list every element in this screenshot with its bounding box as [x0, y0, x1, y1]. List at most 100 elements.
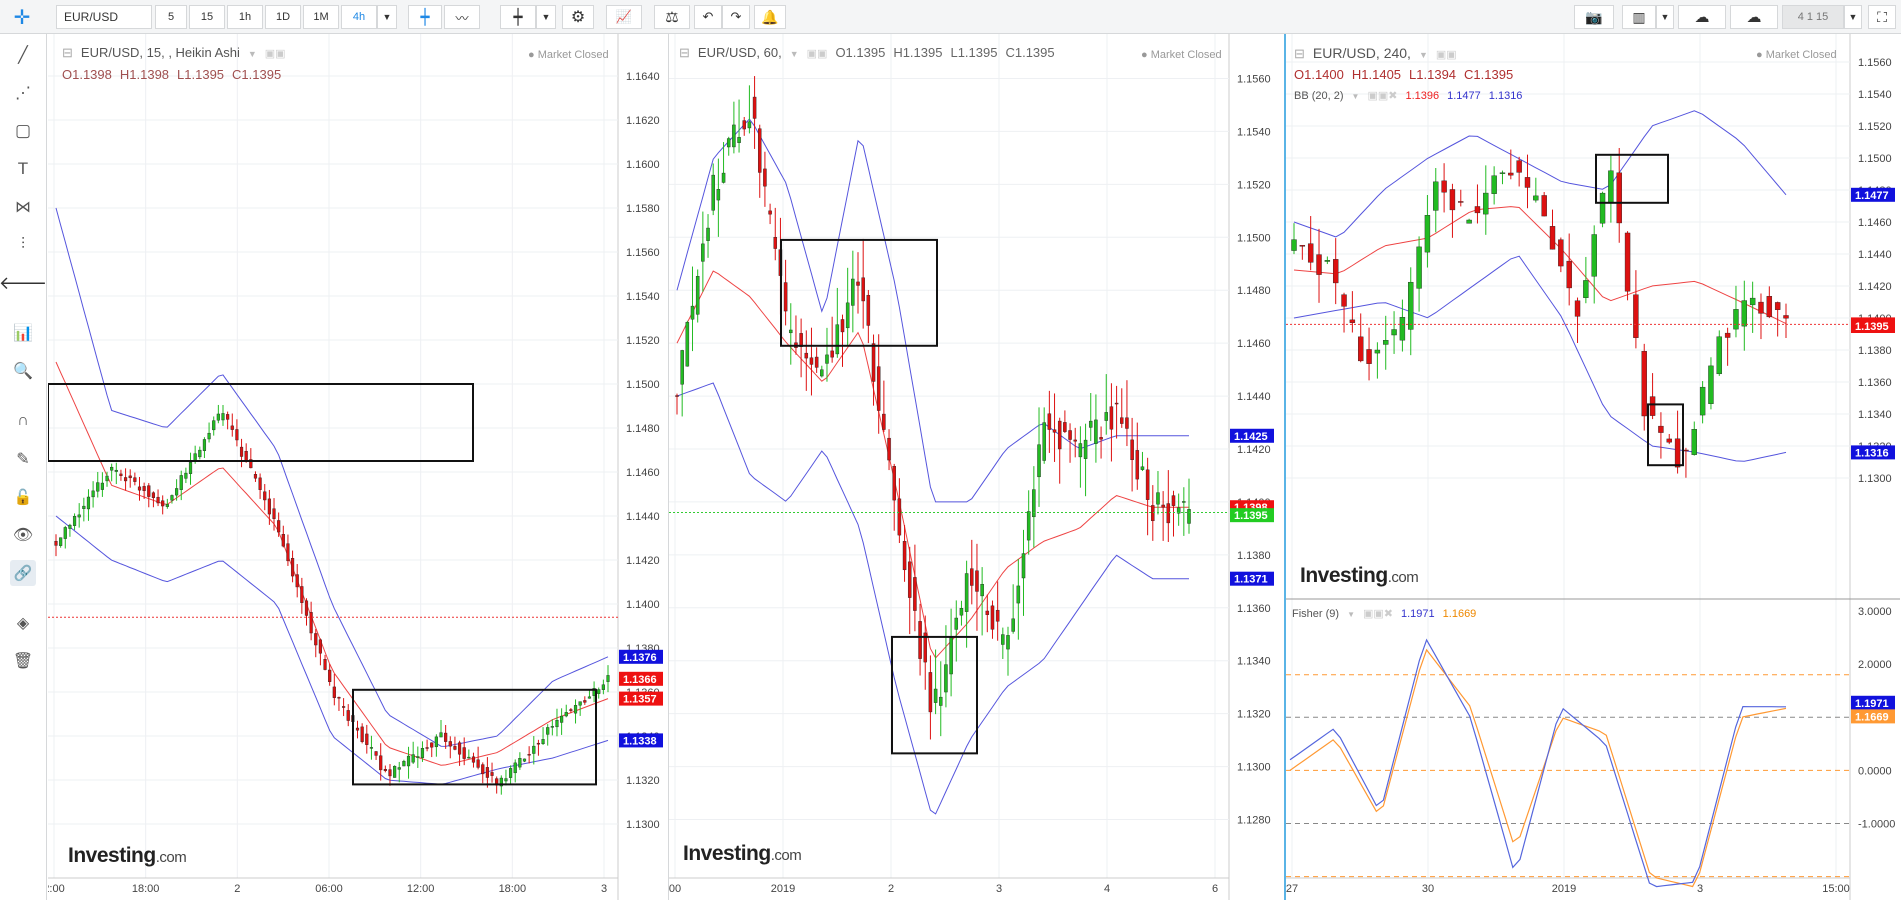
sync-drawings-button[interactable]: 🔗 — [10, 560, 36, 586]
chevron-down-icon[interactable]: ▼ — [1347, 610, 1355, 619]
candle-body — [133, 477, 137, 482]
zoom-tool-button[interactable]: 🔍 — [10, 358, 36, 384]
undo-button[interactable]: ↶ — [694, 5, 722, 29]
chart-type-dropdown-button[interactable]: ▼ — [536, 5, 556, 29]
price-tag-label: 1.1395 — [1855, 321, 1889, 333]
candle-body — [675, 395, 679, 397]
layout-dropdown-button[interactable]: ▼ — [1656, 5, 1674, 29]
interval-1h-button[interactable]: 1h — [227, 5, 263, 29]
prediction-tool-button[interactable]: ⫶ — [10, 232, 36, 258]
fib-tool-button[interactable]: ⋰ — [10, 80, 36, 106]
candle-body — [277, 520, 281, 533]
chart-pane-240m[interactable]: 27 30 2019 3 15:00 1.1560 1.1540 1.1520 1.1500 1.… — [1284, 34, 1901, 900]
save-chart-button[interactable]: ☁ — [1730, 5, 1778, 29]
candle-body — [471, 756, 476, 763]
market-status: ● Market Closed — [528, 49, 609, 61]
interval-15-button[interactable]: 15 — [189, 5, 225, 29]
collapse-icon[interactable]: ⊟ — [679, 45, 690, 60]
candle-body — [887, 437, 891, 461]
layout-button[interactable]: ▥ — [1622, 5, 1656, 29]
interval-4h-button[interactable]: 4h — [341, 5, 377, 29]
back-button[interactable]: 🡐 — [0, 270, 47, 296]
interval-5-button[interactable]: 5 — [155, 5, 187, 29]
chart-60m-svg: 00 2019 2 3 4 6 1.1560 1.1540 1.1520 1.1500 1.1480… — [669, 34, 1274, 900]
stay-drawing-button[interactable]: ✎ — [10, 446, 36, 472]
fisher-axis-label: 2.0000 — [1858, 659, 1892, 671]
candle-body — [809, 357, 814, 365]
bb-upper-line — [1293, 110, 1787, 238]
redo-button[interactable]: ↷ — [722, 5, 750, 29]
market-status-text: Market Closed — [1150, 49, 1222, 61]
indicator-settings-icon[interactable]: ▣▣✖ — [1367, 90, 1397, 102]
candle-body — [114, 469, 118, 472]
crosshair-tool-button[interactable]: ✛ — [6, 5, 38, 29]
annotation-box — [1595, 153, 1669, 204]
collapse-icon[interactable]: ⊟ — [1294, 46, 1305, 61]
candle-body — [342, 706, 346, 708]
shapes-tool-button[interactable]: ▢ — [10, 118, 36, 144]
bars-chart-type-button[interactable]: ┿ — [500, 5, 536, 29]
layout-columns-icon: ▥ — [1632, 8, 1646, 25]
candles-chart-type-button[interactable]: ┿ — [408, 5, 442, 29]
candle-body — [1424, 215, 1431, 253]
settings-icon[interactable]: ▣▣ — [1436, 49, 1457, 61]
chevron-down-icon[interactable]: ▼ — [248, 49, 257, 59]
interval-1m-button[interactable]: 1M — [303, 5, 339, 29]
delete-drawings-button[interactable]: 🗑 — [10, 648, 36, 674]
candle-body — [1145, 469, 1150, 500]
candle-body — [393, 765, 397, 778]
settings-icon[interactable]: ▣▣ — [265, 48, 286, 60]
indicator-settings-icon[interactable]: ▣▣✖ — [1363, 608, 1393, 620]
chevron-down-icon: ▼ — [1848, 12, 1858, 22]
hide-drawings-button[interactable]: 👁 — [10, 522, 36, 548]
candle-body — [309, 612, 313, 634]
chevron-down-icon[interactable]: ▼ — [1352, 92, 1360, 101]
screenshot-button[interactable]: 📷 — [1574, 5, 1614, 29]
candle-body — [439, 732, 443, 738]
indicators-button[interactable]: 📈 — [606, 5, 642, 29]
candle-body — [876, 366, 881, 411]
measure-tool-button[interactable]: 📊 — [10, 320, 36, 346]
candle-body — [253, 474, 258, 479]
text-icon: T — [17, 159, 29, 178]
layers-button[interactable]: ◈ — [10, 610, 36, 636]
settings-icon[interactable]: ▣▣ — [807, 48, 828, 60]
candle-body — [86, 496, 91, 510]
area-chart-type-button[interactable]: 〰 — [444, 5, 480, 29]
candle-body — [716, 189, 721, 201]
candle-body — [902, 541, 907, 571]
candle-body — [1516, 160, 1522, 173]
candle-body — [267, 498, 271, 515]
magnet-tool-button[interactable]: ∩ — [10, 408, 36, 434]
price-tag-label: 1.1366 — [623, 674, 657, 686]
chevron-down-icon[interactable]: ▼ — [790, 49, 799, 59]
interval-1d-button[interactable]: 1D — [265, 5, 301, 29]
symbol-input[interactable]: EUR/USD — [56, 5, 152, 29]
bb-lower-line — [55, 515, 609, 785]
candle-body — [207, 432, 211, 440]
pattern-tool-button[interactable]: ⋈ — [10, 194, 36, 220]
line-tool-button[interactable]: ╱ — [10, 42, 36, 68]
alert-button[interactable]: 🔔 — [754, 5, 786, 29]
chevron-down-icon[interactable]: ▼ — [1419, 50, 1428, 60]
fullscreen-button[interactable]: ⛶ — [1868, 5, 1896, 29]
lock-drawings-button[interactable]: 🔓 — [10, 484, 36, 510]
collapse-icon[interactable]: ⊟ — [62, 45, 73, 60]
layout-label-dropdown-button[interactable]: ▼ — [1844, 5, 1862, 29]
candle-body — [1291, 239, 1297, 251]
chart-pane-60m[interactable]: 00 2019 2 3 4 6 1.1560 1.1540 1.1520 1.1500 1.1480… — [668, 34, 1284, 900]
candle-body — [175, 488, 179, 496]
candle-body — [147, 485, 151, 497]
price-axis-label: 1.1500 — [626, 379, 660, 391]
settings-button[interactable]: ⚙ — [562, 5, 594, 29]
chart-pane-15m[interactable]: 2:00 18:00 2 06:00 12:00 18:00 3 1.1640 1.1620 1.… — [48, 34, 668, 900]
interval-dropdown-button[interactable]: ▼ — [377, 5, 397, 29]
compare-button[interactable]: ⚖ — [654, 5, 690, 29]
fisher-signal-line — [1289, 648, 1787, 888]
candle-body — [690, 305, 695, 320]
candle-body — [504, 778, 508, 782]
text-tool-button[interactable]: T — [10, 156, 36, 182]
candle-body — [1016, 585, 1021, 604]
candle-body — [1391, 329, 1397, 336]
load-chart-button[interactable]: ☁ — [1678, 5, 1726, 29]
